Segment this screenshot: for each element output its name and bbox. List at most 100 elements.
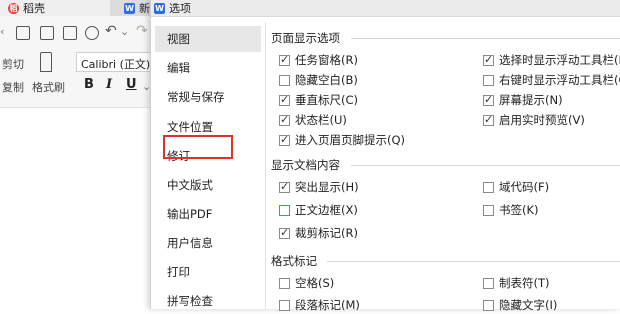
nav-divider	[265, 22, 266, 309]
option-label: 状态栏(U)	[295, 113, 347, 127]
document-canvas[interactable]	[0, 108, 155, 309]
group-title-page-display: 页面显示选项	[271, 31, 340, 45]
status-bar-checkbox[interactable]	[279, 113, 290, 126]
header-footer-tip-checkbox[interactable]	[279, 133, 290, 146]
format-painter-icon[interactable]	[40, 52, 52, 72]
option-crop-marks[interactable]: 裁剪标记(R)	[279, 225, 358, 241]
hide-whitespace-checkbox[interactable]	[279, 74, 290, 86]
docer-logo-icon: 稻	[8, 2, 19, 14]
save-icon[interactable]	[16, 26, 30, 40]
option-label: 空格(S)	[295, 276, 335, 290]
crop-marks-checkbox[interactable]	[279, 226, 290, 239]
option-bookmarks[interactable]: 书签(K)	[483, 202, 539, 218]
screen-tips-checkbox[interactable]	[483, 93, 494, 106]
field-codes-checkbox[interactable]	[483, 181, 494, 193]
option-screen-tips[interactable]: 屏幕提示(N)	[483, 92, 563, 108]
nav-item-revision[interactable]: 修订	[155, 143, 261, 169]
tab-docer-label: 稻壳	[23, 2, 45, 15]
option-label: 书签(K)	[499, 203, 539, 217]
dialog-title: 选项	[169, 2, 191, 15]
option-tab-characters[interactable]: 制表符(T)	[483, 275, 550, 291]
option-label: 隐藏空白(B)	[295, 73, 358, 87]
nav-item-user-info[interactable]: 用户信息	[155, 230, 261, 256]
option-field-codes[interactable]: 域代码(F)	[483, 179, 549, 195]
nav-item-spell-check[interactable]: 拼写检查	[155, 288, 261, 314]
nav-item-label: 视图	[167, 32, 190, 46]
option-label: 屏幕提示(N)	[499, 93, 563, 107]
option-spaces[interactable]: 空格(S)	[279, 275, 334, 291]
option-label: 启用实时预览(V)	[499, 113, 585, 127]
font-name-select[interactable]: Calibri (正文)	[76, 52, 155, 72]
redo-icon[interactable]: ↷	[136, 23, 148, 39]
group-divider	[351, 38, 620, 39]
highlight-checkbox[interactable]	[279, 180, 290, 193]
view-options-panel: 页面显示选项 任务窗格(R) 隐藏空白(B) 垂直标尺(C) 状态栏(U) 进入…	[269, 22, 620, 312]
option-float-toolbar-select[interactable]: 选择时显示浮动工具栏(D)	[483, 52, 620, 68]
tab-docer[interactable]: 稻 稻壳	[0, 0, 110, 16]
dialog-title-bar[interactable]: W 选项	[151, 0, 620, 17]
nav-item-print[interactable]: 打印	[155, 259, 261, 285]
underline-button[interactable]: U	[126, 77, 137, 92]
nav-item-export-pdf[interactable]: 输出PDF	[155, 201, 261, 227]
option-label: 选择时显示浮动工具栏(D)	[499, 53, 620, 67]
option-vertical-ruler[interactable]: 垂直标尺(C)	[279, 92, 358, 108]
nav-item-label: 文件位置	[167, 120, 213, 134]
group-title-doc-content: 显示文档内容	[271, 158, 340, 172]
task-pane-checkbox[interactable]	[279, 53, 290, 66]
overflow-chevron-icon[interactable]: ‹	[0, 25, 4, 38]
nav-item-label: 常规与保存	[167, 90, 225, 104]
float-toolbar-select-checkbox[interactable]	[483, 53, 494, 66]
option-header-footer-tip[interactable]: 进入页眉页脚提示(Q)	[279, 132, 405, 148]
tab-characters-checkbox[interactable]	[483, 277, 494, 289]
group-title-format-marks: 格式标记	[271, 254, 317, 268]
vertical-ruler-checkbox[interactable]	[279, 93, 290, 106]
group-divider	[351, 165, 620, 166]
nav-item-label: 拼写检查	[167, 294, 213, 308]
nav-item-file-locations[interactable]: 文件位置	[155, 114, 261, 140]
print-icon[interactable]	[63, 26, 77, 40]
nav-item-edit[interactable]: 编辑	[155, 55, 261, 81]
nav-item-label: 修订	[167, 149, 190, 163]
options-dialog: W 选项 视图 编辑 常规与保存 文件位置 修订 中文版式 输出PDF 用户信息…	[150, 0, 620, 312]
italic-button[interactable]: I	[106, 77, 112, 92]
options-nav: 视图 编辑 常规与保存 文件位置 修订 中文版式 输出PDF 用户信息 打印 拼…	[155, 22, 263, 309]
option-hide-whitespace[interactable]: 隐藏空白(B)	[279, 72, 358, 88]
nav-item-chinese-layout[interactable]: 中文版式	[155, 172, 261, 198]
background-app-window: 稻 稻壳 W 新 ‹ ↶ ⌄ ↷ 剪切 复制 格式刷 Calibri (正文) …	[0, 0, 155, 309]
option-float-toolbar-rightclick[interactable]: 右键时显示浮动工具栏(G)	[483, 72, 620, 88]
nav-item-view[interactable]: 视图	[155, 26, 261, 52]
option-label: 正文边框(X)	[295, 203, 358, 217]
format-painter-button[interactable]: 格式刷	[32, 79, 65, 95]
option-text-boundaries[interactable]: 正文边框(X)	[279, 202, 358, 218]
nav-item-label: 输出PDF	[167, 207, 213, 221]
float-toolbar-rightclick-checkbox[interactable]	[483, 74, 494, 86]
live-preview-checkbox[interactable]	[483, 113, 494, 126]
undo-dropdown-icon[interactable]: ⌄	[120, 25, 129, 38]
option-status-bar[interactable]: 状态栏(U)	[279, 112, 347, 128]
copy-button[interactable]: 复制	[2, 79, 24, 95]
option-label: 制表符(T)	[499, 276, 550, 290]
bookmarks-checkbox[interactable]	[483, 204, 494, 216]
option-label: 域代码(F)	[499, 180, 550, 194]
option-paragraph-marks[interactable]: 段落标记(M)	[279, 297, 360, 313]
option-hidden-text[interactable]: 隐藏文字(I)	[483, 297, 557, 313]
group-divider	[327, 261, 620, 262]
undo-icon[interactable]: ↶	[105, 23, 117, 39]
bold-button[interactable]: B	[84, 77, 94, 92]
export-pdf-icon[interactable]	[40, 26, 54, 40]
nav-item-general-save[interactable]: 常规与保存	[155, 84, 261, 110]
cut-button[interactable]: 剪切	[2, 56, 24, 72]
ribbon-toolbar: ‹ ↶ ⌄ ↷ 剪切 复制 格式刷 Calibri (正文) B I U ⌄	[0, 16, 155, 108]
option-highlight[interactable]: 突出显示(H)	[279, 179, 359, 195]
nav-item-label: 用户信息	[167, 236, 213, 250]
spaces-checkbox[interactable]	[279, 277, 290, 289]
option-live-preview[interactable]: 启用实时预览(V)	[483, 112, 585, 128]
print-preview-icon[interactable]	[85, 26, 99, 40]
tab-new-label: 新	[139, 2, 150, 15]
option-label: 裁剪标记(R)	[295, 226, 358, 240]
wps-writer-logo-icon: W	[124, 2, 135, 14]
text-boundaries-checkbox[interactable]	[279, 204, 290, 216]
wps-writer-logo-icon: W	[154, 2, 165, 14]
option-task-pane[interactable]: 任务窗格(R)	[279, 52, 358, 68]
background-tab-bar: 稻 稻壳 W 新	[0, 0, 155, 16]
